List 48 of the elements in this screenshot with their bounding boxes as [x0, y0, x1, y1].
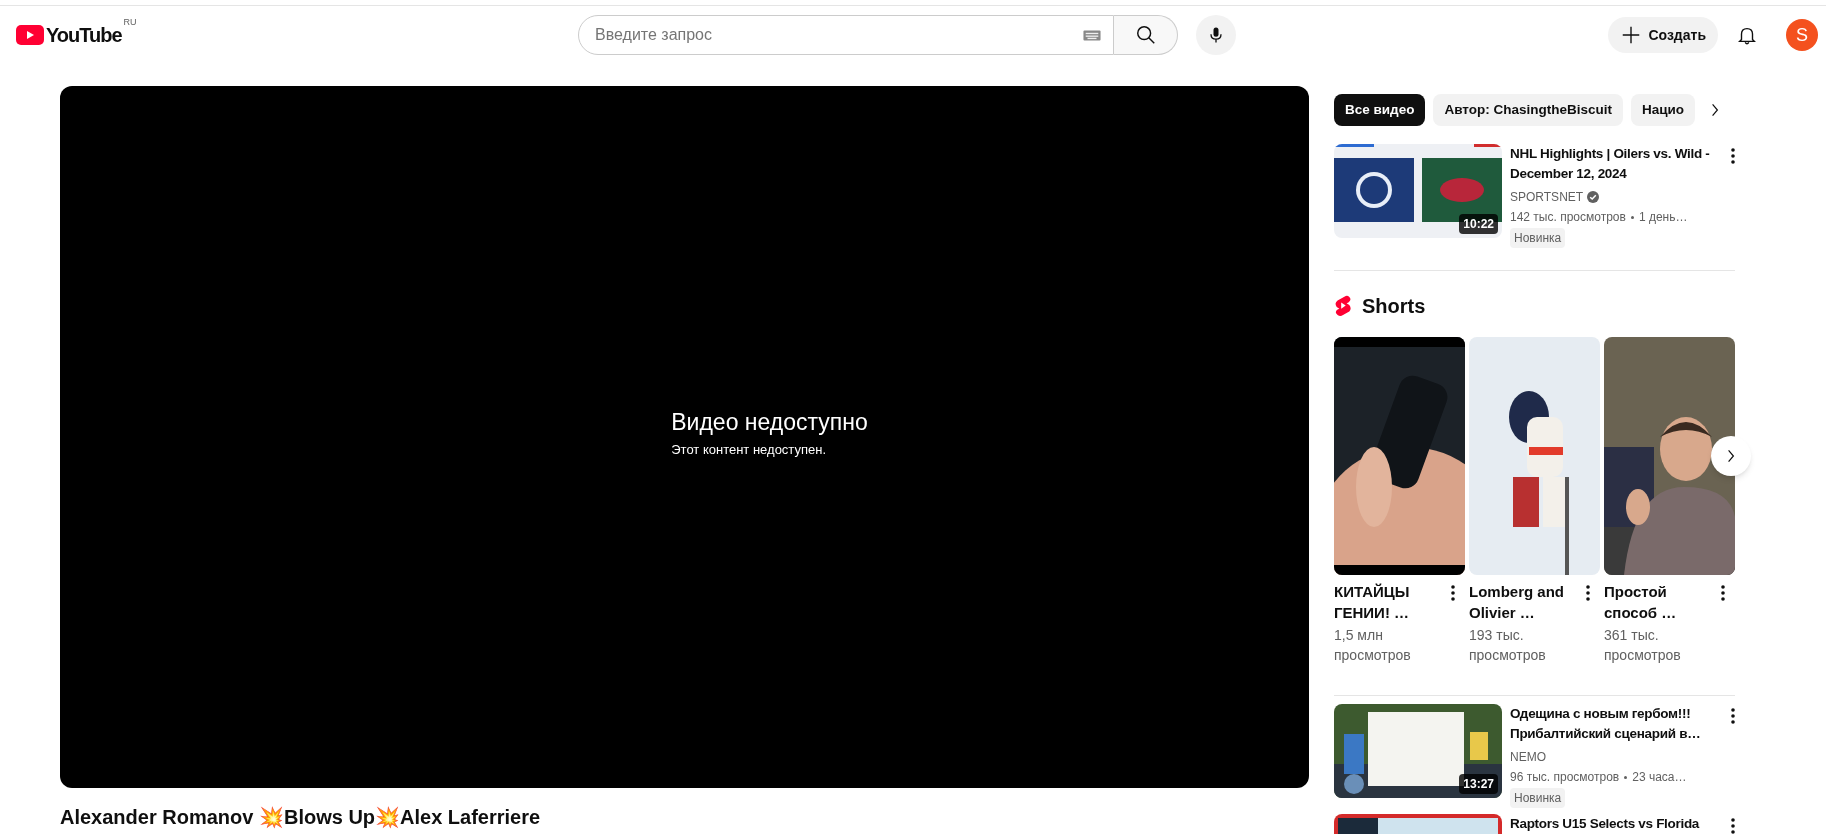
chevron-right-icon[interactable] [1711, 103, 1719, 117]
logo-text: YouTube [46, 23, 122, 48]
more-icon[interactable] [1731, 148, 1735, 164]
short-title[interactable]: Lomberg and Olivier … [1469, 581, 1582, 623]
video-thumbnail[interactable]: 10:22 [1334, 144, 1502, 238]
filter-chip[interactable]: Нацио [1631, 94, 1696, 126]
video-thumbnail[interactable]: 13:27 [1334, 704, 1502, 798]
duration-label: 13:27 [1459, 774, 1498, 794]
video-player[interactable]: Видео недоступно Этот контент недоступен. [60, 86, 1309, 788]
more-icon[interactable] [1731, 708, 1735, 724]
shorts-logo-icon [1334, 295, 1352, 317]
short-title[interactable]: Простой способ … [1604, 581, 1717, 623]
country-code: RU [123, 16, 137, 29]
keyboard-icon[interactable] [1083, 29, 1101, 41]
chevron-right-icon [1727, 449, 1735, 463]
upload-age: 1 день… [1638, 209, 1688, 226]
search-icon [1134, 24, 1157, 46]
view-count: 1,5 млн просмотров [1334, 626, 1412, 665]
more-icon[interactable] [1451, 585, 1455, 601]
more-icon[interactable] [1731, 818, 1735, 834]
filter-chip[interactable]: Автор: ChasingtheBiscuit [1433, 94, 1623, 126]
unavailable-message: Видео недоступно [671, 408, 868, 437]
view-count: 96 тыс. просмотров [1510, 769, 1620, 786]
video-title: Alexander Romanov 💥Blows Up💥Alex Laferriere [60, 805, 541, 830]
logo[interactable]: YouTube [16, 20, 122, 50]
new-badge: Новинка [1510, 228, 1566, 248]
play-logo-icon [16, 25, 44, 45]
more-icon[interactable] [1721, 585, 1725, 601]
search-button[interactable] [1114, 15, 1178, 55]
unavailable-detail: Этот контент недоступен. [671, 440, 828, 459]
new-badge: Новинка [1510, 788, 1566, 808]
filter-chip[interactable]: Все видео [1334, 94, 1426, 126]
view-count: 193 тыс. просмотров [1469, 626, 1547, 665]
upload-age: 23 часа… [1632, 769, 1687, 786]
short-title[interactable]: КИТАЙЦЫ ГЕНИИ! … [1334, 581, 1447, 623]
create-button[interactable]: Создать [1608, 17, 1718, 53]
video-title[interactable]: NHL Highlights | Oilers vs. Wild - December 12, 2024 [1510, 144, 1727, 184]
more-icon[interactable] [1586, 585, 1590, 601]
view-count: 361 тыс. просмотров [1604, 626, 1682, 665]
voice-search-button[interactable] [1196, 15, 1236, 55]
duration-label: 10:22 [1459, 214, 1498, 234]
channel-name[interactable]: NEMO [1510, 748, 1546, 766]
next-button[interactable] [1711, 436, 1751, 476]
channel-name[interactable]: SPORTSNET [1510, 188, 1584, 206]
view-count: 142 тыс. просмотров [1510, 209, 1626, 226]
section-title: Shorts [1362, 294, 1426, 319]
video-title[interactable]: Одещина с новым гербом!!! Прибалтийский сценарий в… [1510, 704, 1727, 744]
video-title[interactable]: Raptors U15 Selects vs Florida [1510, 814, 1700, 834]
